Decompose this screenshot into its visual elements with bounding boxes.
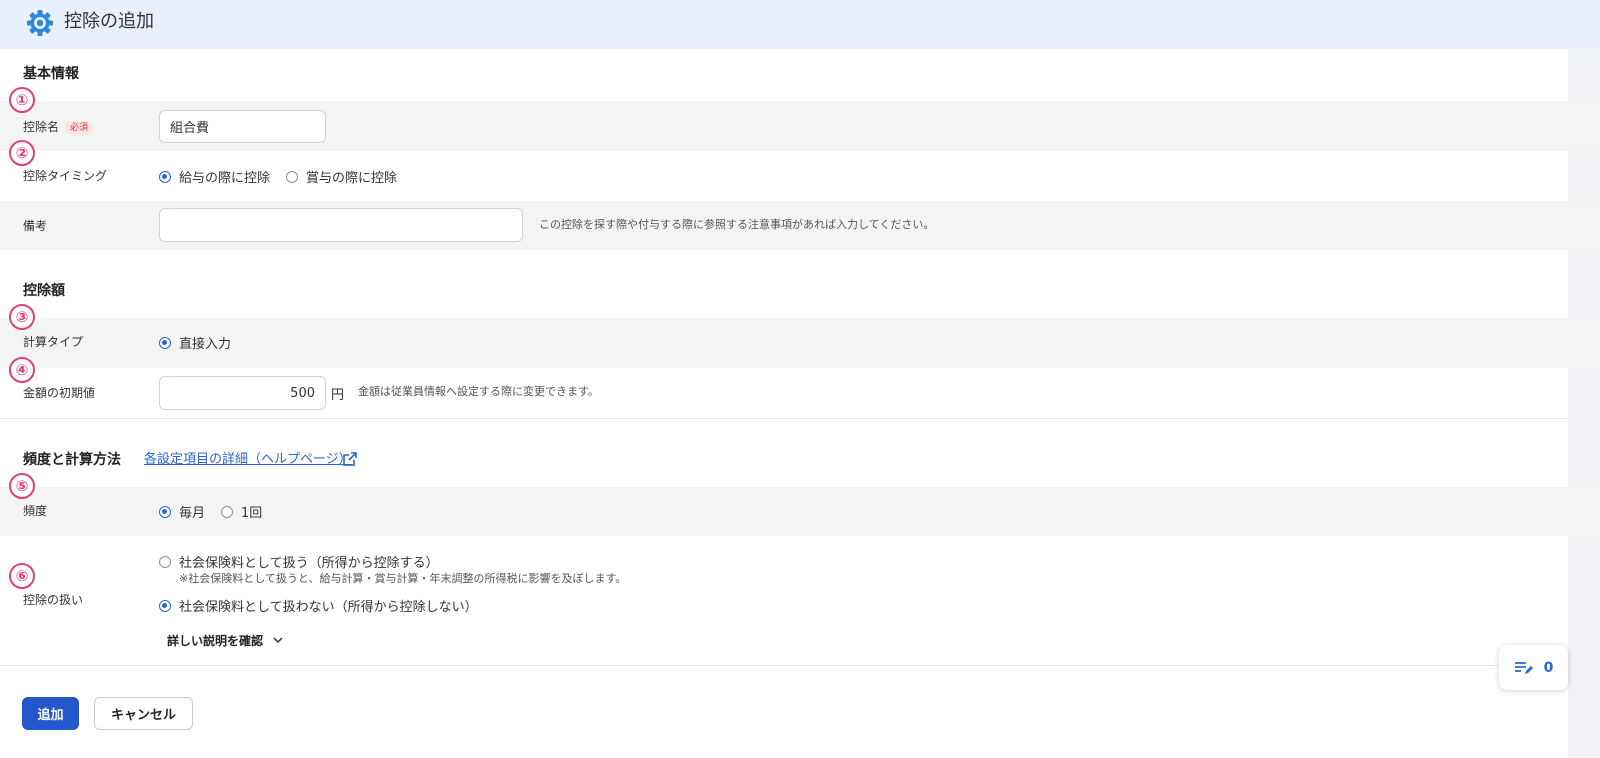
deduction-name-input[interactable]: 組合費	[159, 110, 326, 143]
calc-type-label: 計算タイプ	[23, 335, 84, 349]
row-frequency: 頻度 毎月 1回	[0, 487, 1600, 536]
deduction-name-label: 控除名 必須	[23, 119, 94, 135]
radio-label: 毎月	[179, 506, 206, 521]
timing-label: 控除タイミング	[23, 169, 108, 183]
radio-treatment-social[interactable]: 社会保険料として扱う（所得から控除する）	[159, 552, 455, 571]
radio-indicator[interactable]	[159, 555, 171, 568]
radio-label: 給与の際に控除	[179, 171, 271, 186]
cancel-button[interactable]: キャンセル	[94, 697, 193, 730]
radio-label: 社会保険料として扱わない（所得から控除しない）	[179, 600, 478, 615]
remarks-label: 備考	[23, 219, 48, 233]
page-header: 控除の追加	[0, 0, 1600, 49]
initial-amount-input[interactable]: 500	[159, 376, 326, 410]
calc-type-radio-group: 直接入力	[159, 333, 247, 352]
row-initial-amount: 金額の初期値 500 円 金額は従業員情報へ設定する際に変更できます。	[0, 368, 1600, 417]
initial-amount-value: 500	[290, 385, 315, 401]
radio-label: 1回	[241, 506, 263, 521]
external-link-icon[interactable]	[342, 451, 358, 467]
radio-treatment-non-social[interactable]: 社会保険料として扱わない（所得から控除しない）	[159, 596, 494, 615]
radio-timing-salary[interactable]: 給与の際に控除	[159, 167, 270, 186]
radio-label: 賞与の際に控除	[306, 171, 398, 186]
remarks-hint: この控除を探す際や付与する際に参照する注意事項があれば入力してください。	[539, 218, 935, 231]
chevron-down-icon	[273, 637, 283, 644]
radio-calc-direct[interactable]: 直接入力	[159, 333, 231, 352]
radio-indicator[interactable]	[159, 505, 171, 518]
row-calc-type: 計算タイプ 直接入力	[0, 318, 1600, 368]
radio-frequency-monthly[interactable]: 毎月	[159, 502, 205, 521]
deduction-name-value: 組合費	[170, 121, 210, 136]
required-badge: 必須	[65, 121, 94, 135]
annotation-badge-6: ⑥	[9, 563, 35, 589]
section-title-frequency: 頻度と計算方法	[23, 452, 121, 468]
edit-list-icon	[1514, 661, 1533, 674]
gear-icon	[27, 10, 53, 36]
section-title-amount: 控除額	[23, 283, 65, 299]
add-button[interactable]: 追加	[22, 697, 79, 730]
radio-treatment-non-social-option[interactable]: 社会保険料として扱わない（所得から控除しない）	[159, 596, 478, 615]
radio-indicator[interactable]	[286, 170, 299, 183]
radio-indicator[interactable]	[159, 599, 171, 612]
help-page-link[interactable]: 各設定項目の詳細（ヘルプページ）	[144, 451, 352, 469]
row-remarks: 備考 この控除を探す際や付与する際に参照する注意事項があれば入力してください。	[0, 201, 1600, 250]
annotation-badge-5: ⑤	[9, 473, 35, 499]
treatment-note: ※社会保険料として扱うと、給与計算・賞与計算・年末調整の所得税に影響を及ぼします…	[179, 572, 627, 585]
annotation-badge-1: ①	[9, 87, 35, 113]
initial-amount-label: 金額の初期値	[23, 386, 96, 400]
expand-details-toggle[interactable]: 詳しい説明を確認	[167, 632, 283, 649]
treatment-label: 控除の扱い	[23, 593, 84, 607]
radio-indicator[interactable]	[159, 170, 171, 183]
radio-indicator[interactable]	[159, 336, 171, 349]
frequency-radio-group: 毎月 1回	[159, 502, 278, 521]
yen-unit: 円	[331, 388, 345, 403]
footer-divider	[0, 665, 1568, 666]
row-deduction-name: 控除名 必須 組合費	[0, 101, 1600, 151]
section-divider	[0, 418, 1568, 419]
annotation-badge-3: ③	[9, 304, 35, 330]
radio-timing-bonus[interactable]: 賞与の際に控除	[286, 167, 397, 186]
row-timing: 控除タイミング 給与の際に控除 賞与の際に控除	[0, 151, 1600, 201]
annotation-badge-4: ④	[9, 357, 35, 383]
timing-radio-group: 給与の際に控除 賞与の際に控除	[159, 167, 413, 186]
page-title: 控除の追加	[64, 11, 154, 32]
initial-amount-hint: 金額は従業員情報へ設定する際に変更できます。	[358, 385, 599, 398]
radio-indicator[interactable]	[221, 505, 234, 518]
section-title-basic: 基本情報	[23, 66, 79, 82]
floating-notes-widget[interactable]: 0	[1499, 645, 1568, 690]
annotation-badge-2: ②	[9, 140, 35, 166]
frequency-label: 頻度	[23, 504, 48, 518]
deduction-name-label-text: 控除名	[23, 120, 60, 134]
widget-count: 0	[1543, 659, 1554, 676]
radio-frequency-once[interactable]: 1回	[221, 502, 262, 521]
radio-label: 社会保険料として扱う（所得から控除する）	[179, 556, 439, 571]
radio-treatment-social-option[interactable]: 社会保険料として扱う（所得から控除する）	[159, 552, 439, 571]
expand-details-label: 詳しい説明を確認	[167, 634, 264, 648]
radio-label: 直接入力	[179, 337, 232, 352]
remarks-input[interactable]	[159, 208, 523, 242]
